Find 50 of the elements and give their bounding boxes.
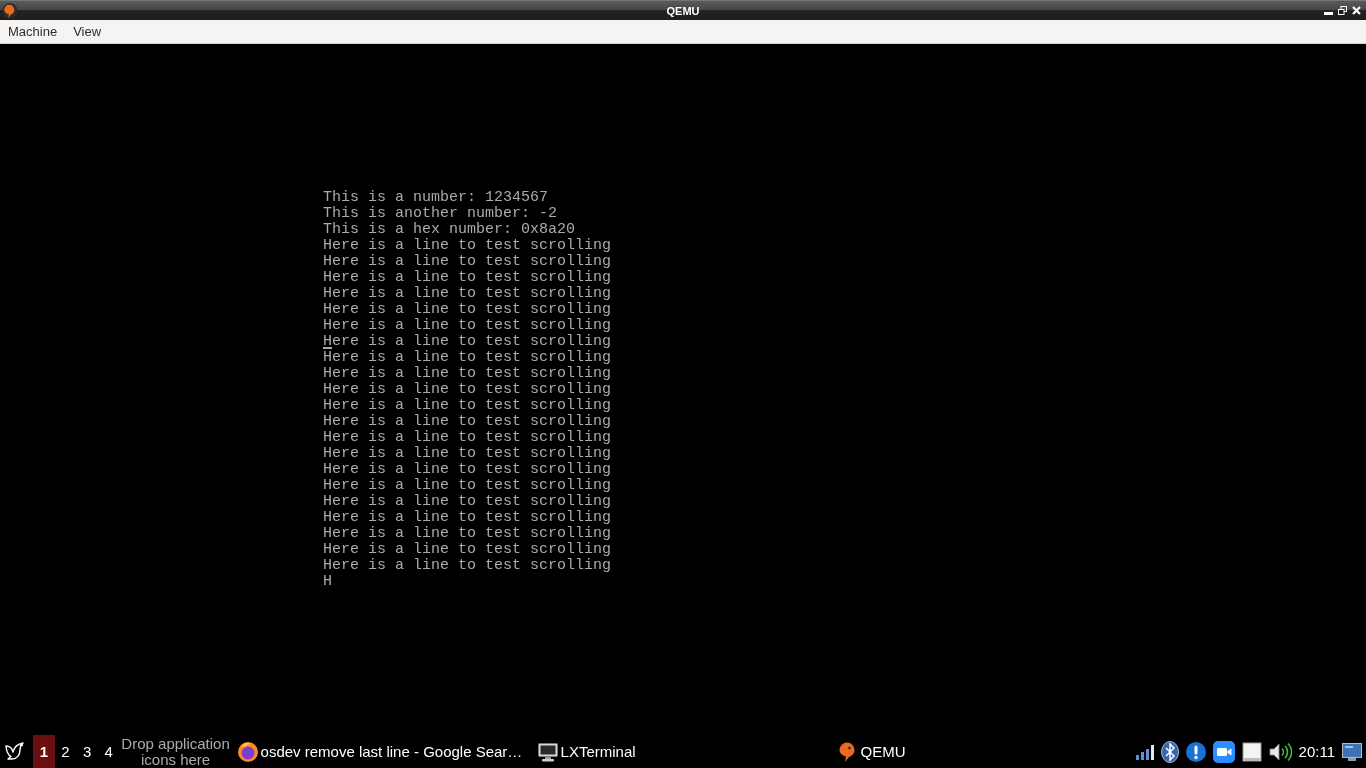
bluetooth-icon[interactable] bbox=[1160, 740, 1179, 763]
console-line: Here is a line to test scrolling bbox=[323, 252, 612, 270]
console-line: Here is a line to test scrolling bbox=[323, 284, 612, 302]
video-camera-icon[interactable] bbox=[1212, 740, 1235, 763]
speaker-icon[interactable] bbox=[1268, 741, 1292, 762]
exclamation-icon[interactable] bbox=[1185, 741, 1206, 762]
monitor-icon bbox=[536, 740, 559, 763]
console-line: Here is a line to test scrolling bbox=[323, 476, 612, 494]
console-line: Here is a line to test scrolling bbox=[323, 412, 612, 430]
console-line: This is a hex number: 0x8a20 bbox=[323, 220, 576, 238]
console-line: Here is a line to test scrolling bbox=[323, 492, 612, 510]
console-line: Here is a line to test scrolling bbox=[323, 300, 612, 318]
console-line: Here is a line to test scrolling bbox=[323, 236, 612, 254]
bird-icon[interactable] bbox=[4, 740, 26, 763]
console-line: Here is a line to test scrolling bbox=[323, 268, 612, 286]
console-line: Here is a line to test scrolling bbox=[323, 460, 612, 478]
console-line: H bbox=[323, 572, 332, 590]
menu-item[interactable]: View bbox=[65, 20, 110, 43]
console-line: Here is a line to test scrolling bbox=[323, 316, 612, 334]
console-line: Here is a line to test scrolling bbox=[323, 508, 612, 526]
workspace-button[interactable]: 1 bbox=[33, 735, 55, 768]
signal-bars-icon[interactable] bbox=[1135, 743, 1154, 760]
browser-logo-icon bbox=[236, 740, 259, 763]
console-line: This is another number: -2 bbox=[323, 204, 558, 222]
menu-item[interactable]: Machine bbox=[0, 20, 66, 43]
console-line: Here is a line to test scrolling bbox=[323, 380, 612, 398]
clock[interactable]: 20:11 bbox=[1298, 743, 1335, 760]
workspace-button[interactable]: 2 bbox=[54, 735, 77, 768]
screen-icon[interactable] bbox=[1342, 742, 1362, 761]
taskbar-task-button[interactable]: LXTerminal bbox=[535, 735, 836, 768]
workspace-button[interactable]: 4 bbox=[97, 735, 120, 768]
console-line: Here is a line to test scrolling bbox=[323, 524, 612, 542]
restore-icon[interactable] bbox=[1338, 6, 1347, 15]
console-line: Here is a line to test scrolling bbox=[323, 396, 612, 414]
taskbar-task-button[interactable]: osdev remove last line - Google Sear… bbox=[235, 735, 536, 768]
console-line: This is a number: 1234567 bbox=[323, 188, 549, 206]
launcher-hint: Drop application icons here bbox=[120, 735, 231, 768]
bird-head-icon bbox=[2, 2, 18, 19]
workspace-button[interactable]: 3 bbox=[76, 735, 98, 768]
console-line: Here is a line to test scrolling bbox=[323, 540, 612, 558]
drive-icon[interactable] bbox=[1241, 741, 1262, 762]
console-line: Here is a line to test scrolling bbox=[323, 332, 612, 350]
console-line: Here is a line to test scrolling bbox=[323, 428, 612, 446]
console-line: Here is a line to test scrolling bbox=[323, 364, 612, 382]
taskbar-task-button[interactable]: QEMU bbox=[835, 735, 1136, 768]
console-line: Here is a line to test scrolling bbox=[323, 556, 612, 574]
close-icon[interactable] bbox=[1352, 6, 1361, 15]
window-title: QEMU bbox=[666, 4, 700, 17]
console-line: Here is a line to test scrolling bbox=[323, 444, 612, 462]
console-line: Here is a line to test scrolling bbox=[323, 348, 612, 366]
